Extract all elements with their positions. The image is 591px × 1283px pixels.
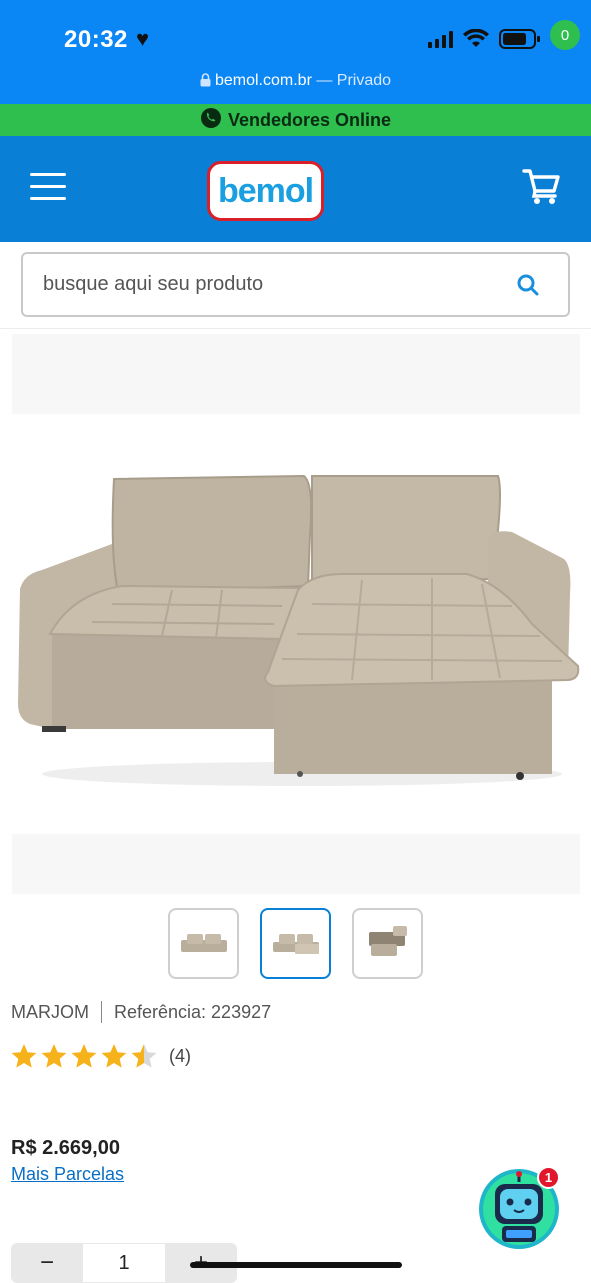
wifi-icon <box>463 29 489 49</box>
url-private-label: — Privado <box>311 72 392 89</box>
product-meta: MARJOM Referência: 223927 <box>11 1001 271 1023</box>
quantity-value: 1 <box>83 1243 165 1283</box>
quantity-decrease-button[interactable]: − <box>11 1243 83 1283</box>
product-main-image[interactable] <box>12 334 580 894</box>
search-bar <box>21 252 570 317</box>
whatsapp-icon <box>200 107 222 134</box>
search-input[interactable] <box>43 254 503 315</box>
status-icons <box>428 28 541 50</box>
logo-text: bemol <box>217 171 314 210</box>
thumbnail-0[interactable] <box>168 908 239 979</box>
chatbot-notification-badge: 1 <box>537 1166 560 1189</box>
url-host: bemol.com.br <box>214 72 312 89</box>
rating-stars <box>11 1044 157 1068</box>
promo-strip-label: Vendedores Online <box>227 109 392 130</box>
status-time: 20:32 <box>64 26 128 53</box>
thumbnail-2[interactable] <box>352 908 423 979</box>
heart-icon: ♥ <box>136 26 150 51</box>
product-price: R$ 2.669,00 <box>11 1137 120 1159</box>
product-rating[interactable]: (4) <box>11 1042 191 1070</box>
promo-strip[interactable]: Vendedores Online <box>0 104 591 136</box>
brand-name: MARJOM <box>11 1001 89 1022</box>
lock-icon <box>200 73 211 92</box>
cart-icon[interactable] <box>522 166 570 214</box>
battery-icon <box>499 28 541 50</box>
search-icon[interactable] <box>516 273 540 302</box>
bemol-logo[interactable]: bemol <box>207 161 324 221</box>
rating-count: (4) <box>169 1045 191 1066</box>
site-header: bemol <box>0 136 591 242</box>
installments-link[interactable]: Mais Parcelas <box>11 1164 124 1185</box>
thumbnail-strip <box>168 908 423 979</box>
status-bar: 20:32 ♥ bemol.com.br — Privado <box>0 0 591 104</box>
home-indicator <box>190 1262 402 1268</box>
thumbnail-1[interactable] <box>260 908 331 979</box>
product-reference: Referência: 223927 <box>114 1001 272 1022</box>
divider <box>0 328 591 329</box>
cart-count-badge: 0 <box>550 20 580 50</box>
hamburger-menu-icon[interactable] <box>30 173 66 203</box>
signal-icon <box>428 30 453 48</box>
url-bar[interactable]: bemol.com.br — Privado <box>0 72 591 92</box>
meta-separator <box>101 1001 102 1023</box>
